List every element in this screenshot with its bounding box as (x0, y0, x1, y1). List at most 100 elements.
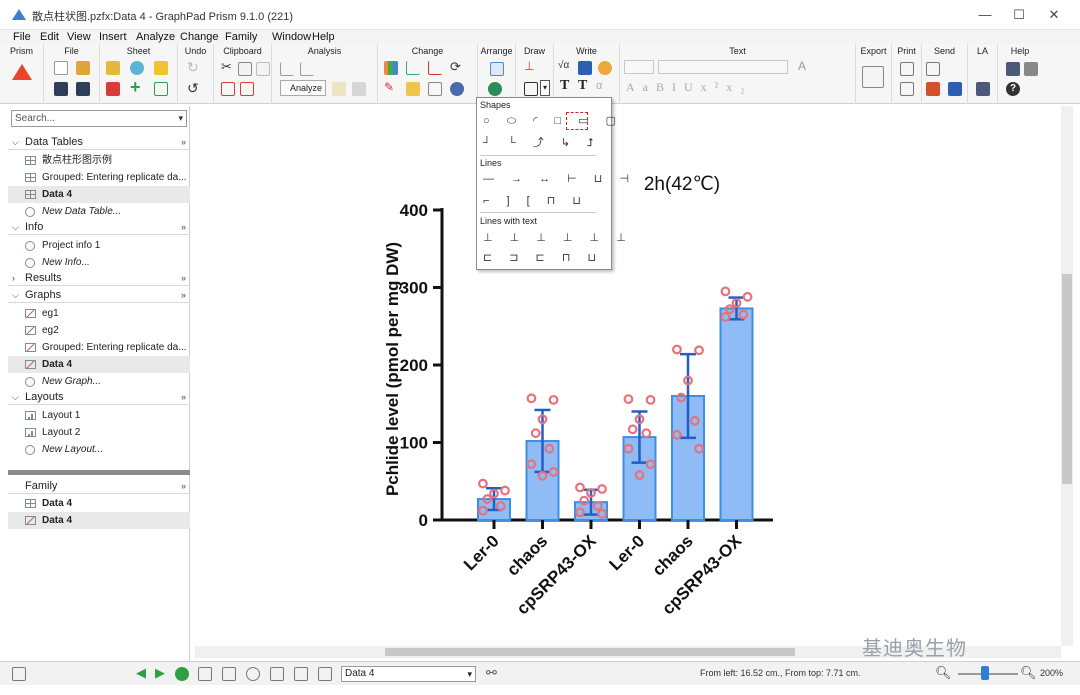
redo-icon[interactable]: ↻ (187, 59, 199, 76)
graph-canvas[interactable]: 2h(42℃) Pchlide level (pmol per mg DW) 0 10… (195, 106, 1061, 646)
family-item[interactable]: Data 4 (8, 495, 190, 512)
cut-icon[interactable]: ✂ (221, 59, 232, 75)
open-file-icon[interactable] (76, 61, 90, 75)
send-word-icon[interactable] (948, 82, 962, 96)
email-icon[interactable] (926, 62, 940, 76)
chevron-down-icon[interactable]: ⌵ (12, 134, 19, 150)
go-to-sheet-icon[interactable] (175, 667, 189, 681)
help-icon[interactable]: ? (1006, 82, 1020, 96)
nav-item[interactable]: Project info 1 (8, 237, 190, 254)
align-icon[interactable] (490, 62, 504, 76)
section-family[interactable]: Family » (8, 478, 190, 494)
print-icon[interactable] (900, 62, 914, 76)
shapes-row-2[interactable]: ┘ └ ⤴ ↳ ⮥ (483, 134, 601, 150)
add-sheet-icon[interactable]: + (130, 77, 141, 98)
powerpoint-icon[interactable] (926, 82, 940, 96)
format-axes-icon[interactable] (428, 61, 442, 75)
paste-options-icon[interactable] (240, 82, 254, 96)
section-data-tables[interactable]: ⌵ Data Tables » (8, 134, 190, 150)
color-scheme-icon[interactable] (450, 82, 464, 96)
rectangle-shape-selected[interactable] (566, 112, 588, 130)
sheet-select[interactable]: Data 4 ▾ (341, 666, 476, 682)
info-view-icon[interactable] (246, 667, 260, 681)
sheet-settings-icon[interactable] (130, 61, 144, 75)
prism-logo-icon[interactable] (12, 64, 32, 80)
font-family-select[interactable] (658, 60, 788, 74)
link-icon[interactable]: ⚯ (486, 665, 497, 681)
section-expand-icon[interactable]: » (181, 287, 186, 303)
format-sheet-icon[interactable] (106, 61, 120, 75)
next-sheet-icon[interactable]: ▶ (155, 665, 165, 681)
lines-text-row-2[interactable]: ⊏ ⊐ ⊏ ⊓ ⊔ (483, 251, 603, 264)
text-box-icon[interactable]: T (578, 78, 587, 94)
vertical-scrollbar[interactable] (1061, 106, 1073, 646)
close-button[interactable]: ✕ (1037, 4, 1071, 26)
new-table-icon[interactable] (154, 82, 168, 96)
magic-icon[interactable] (154, 61, 168, 75)
section-graphs[interactable]: ⌵ Graphs » (8, 287, 190, 303)
nav-item[interactable]: New Info... (8, 254, 190, 271)
paste-icon[interactable] (221, 82, 235, 96)
draw-line-icon[interactable]: ⊥ (524, 59, 534, 73)
shapes-row-1[interactable]: ○ ⬭ ◜ □ ▭ ▢ (483, 114, 623, 128)
zoom-out-icon[interactable]: 🔍︎ (935, 665, 952, 681)
search-dropdown-icon[interactable]: ▾ (178, 111, 183, 126)
symbol-icon[interactable]: α (596, 80, 602, 92)
nav-item[interactable]: Grouped: Entering replicate da... (8, 169, 190, 186)
vertical-scroll-thumb[interactable] (1062, 274, 1072, 484)
sheet-select-dropdown-icon[interactable]: ▾ (467, 667, 472, 681)
axis-icon[interactable] (406, 61, 420, 75)
section-expand-icon[interactable]: » (181, 219, 186, 235)
menu-family[interactable]: Window (272, 30, 311, 44)
toggle-navigator-icon[interactable] (12, 667, 26, 681)
chevron-down-icon[interactable]: ⌵ (12, 219, 19, 235)
insert-image-icon[interactable] (598, 61, 612, 75)
zoom-in-icon[interactable]: 🔍︎ (1020, 665, 1037, 681)
delete-sheet-icon[interactable] (106, 82, 120, 96)
section-expand-icon[interactable]: » (181, 270, 186, 286)
lines-row-2[interactable]: ⌐ ] [ ⊓ ⊔ (483, 194, 588, 207)
section-info[interactable]: ⌵ Info » (8, 219, 190, 235)
chevron-right-icon[interactable]: › (12, 270, 15, 286)
text-format-icons[interactable]: AaBIUx²x₂ (626, 80, 752, 95)
menu-window[interactable]: Help (312, 30, 335, 44)
lines-text-row-1[interactable]: ⊥ ⊥ ⊥ ⊥ ⊥ ⊥ (483, 231, 633, 244)
zoom-slider-thumb[interactable] (981, 666, 989, 680)
menu-file[interactable]: File (13, 30, 31, 44)
section-expand-icon[interactable]: » (181, 478, 186, 494)
undo-icon[interactable]: ↺ (187, 80, 199, 97)
text-icon[interactable]: T (560, 78, 569, 94)
chevron-down-icon[interactable]: ⌵ (12, 389, 19, 405)
panel-splitter[interactable] (8, 470, 190, 475)
table-view-icon[interactable] (198, 667, 212, 681)
maximize-button[interactable]: ☐ (1002, 4, 1036, 26)
menu-analyze[interactable]: Analyze (136, 30, 175, 44)
menu-arrange[interactable]: Family (225, 30, 257, 44)
nav-item[interactable]: 散点柱形图示例 (8, 152, 190, 169)
analysis-params-icon[interactable] (332, 82, 346, 96)
export-icon[interactable] (862, 66, 884, 88)
data-view-icon[interactable] (222, 667, 236, 681)
brush-icon[interactable] (406, 82, 420, 96)
equation-icon[interactable]: √α (558, 60, 569, 71)
save-icon[interactable] (54, 82, 68, 96)
section-results[interactable]: › Results » (8, 270, 190, 286)
prev-sheet-icon[interactable]: ◀ (136, 665, 146, 681)
lines-row-1[interactable]: — → ↔ ⊢ ⊔ ⊣ (483, 172, 636, 185)
section-layouts[interactable]: ⌵ Layouts » (8, 389, 190, 405)
layout-view-icon[interactable] (318, 667, 332, 681)
nav-item[interactable]: New Data Table... (8, 203, 190, 220)
section-expand-icon[interactable]: » (181, 389, 186, 405)
draw-shapes-dropdown[interactable]: ▾ (540, 80, 550, 96)
nav-item[interactable]: New Graph... (8, 373, 190, 390)
learn-icon[interactable] (1006, 62, 1020, 76)
chevron-down-icon[interactable]: ⌵ (12, 287, 19, 303)
search-input[interactable]: Search... ▾ (11, 110, 187, 127)
paste-special-icon[interactable] (256, 62, 270, 76)
nav-item[interactable]: Data 4 (8, 186, 190, 203)
print-preview-icon[interactable] (900, 82, 914, 96)
column-stats-icon[interactable] (280, 62, 294, 76)
analyze-button[interactable]: Analyze (280, 80, 326, 96)
group-icon[interactable] (488, 82, 502, 96)
font-color-icon[interactable]: A (798, 59, 806, 73)
